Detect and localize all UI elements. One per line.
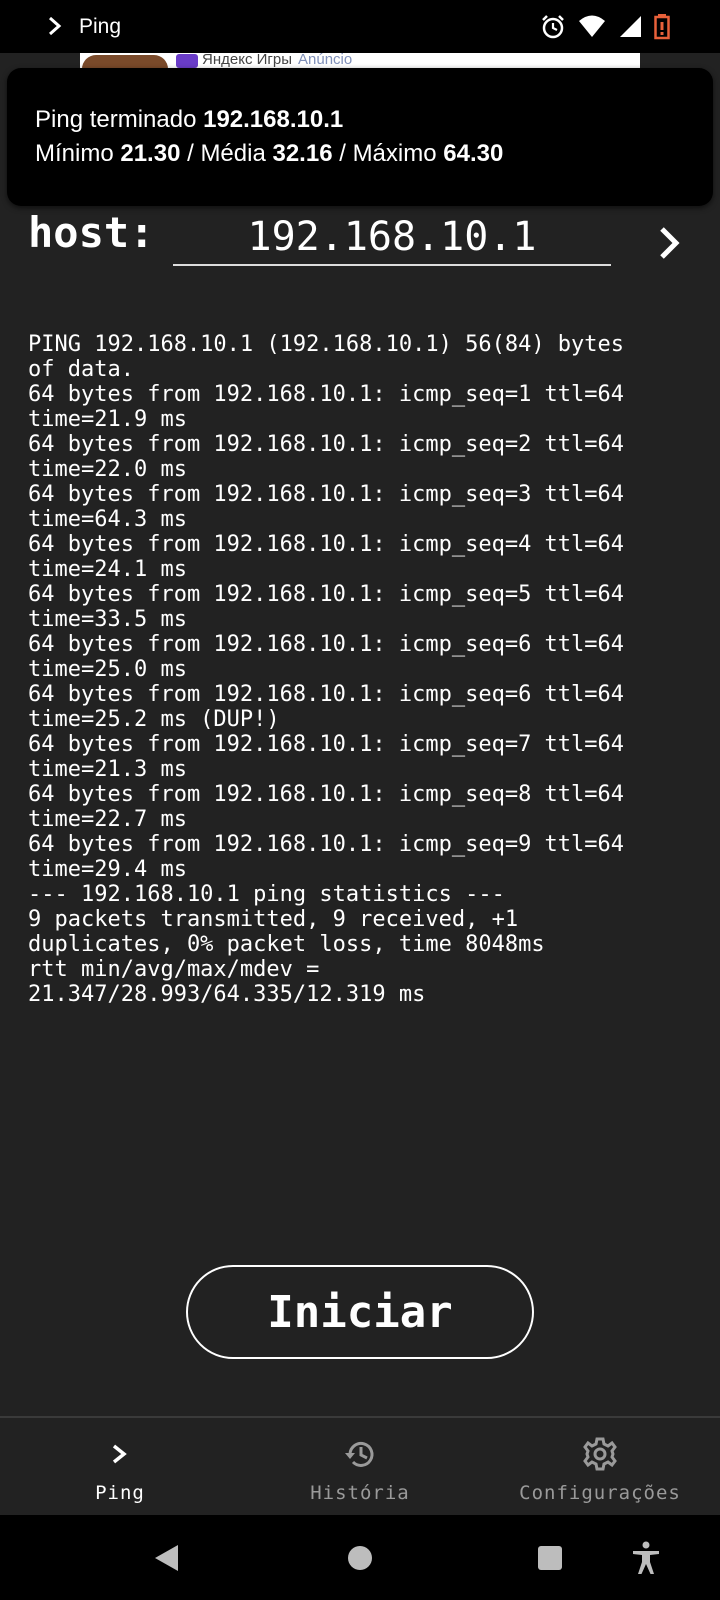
output-line: time=22.0 ms: [28, 457, 187, 482]
output-line: 64 bytes from 192.168.10.1: icmp_seq=1 t…: [28, 382, 625, 407]
bottom-nav: Ping História Configurações: [0, 1416, 720, 1515]
output-line: 64 bytes from 192.168.10.1: icmp_seq=9 t…: [28, 832, 625, 857]
go-button[interactable]: [648, 218, 692, 268]
nav-label: Configurações: [519, 1482, 681, 1504]
output-line: time=21.9 ms: [28, 407, 187, 432]
status-icons: [520, 0, 720, 53]
status-app-title: Ping: [79, 15, 122, 38]
ad-text: Яндекс Игры Anúncio: [202, 53, 353, 68]
gear-icon: [583, 1437, 617, 1471]
toast-line-stats: Mínimo 21.30 / Média 32.16 / Máximo 64.3…: [35, 140, 504, 167]
chevron-right-icon: [660, 227, 680, 259]
host-input[interactable]: [173, 210, 611, 266]
toast-max: 64.30: [443, 140, 504, 167]
toast-min: 21.30: [120, 140, 181, 167]
wifi-icon: [579, 15, 605, 37]
toast-host: 192.168.10.1: [203, 106, 344, 133]
signal-icon: [620, 16, 641, 37]
toast-line-title: Ping terminado 192.168.10.1: [35, 106, 344, 133]
ad-logo-icon: [176, 54, 198, 68]
output-line: time=29.4 ms: [28, 857, 187, 882]
output-line: rtt min/avg/max/mdev =: [28, 957, 320, 982]
output-line: time=22.7 ms: [28, 807, 187, 832]
status-bar: Ping: [0, 0, 720, 53]
output-line: 64 bytes from 192.168.10.1: icmp_seq=3 t…: [28, 482, 625, 507]
chevron-right-icon: [49, 16, 62, 36]
output-line: of data.: [28, 357, 134, 382]
ad-thumbnail: [82, 55, 168, 69]
output-line: time=33.5 ms: [28, 607, 187, 632]
output-line: 64 bytes from 192.168.10.1: icmp_seq=6 t…: [28, 632, 625, 657]
output-line: 64 bytes from 192.168.10.1: icmp_seq=5 t…: [28, 582, 625, 607]
system-nav-bar: [0, 1515, 720, 1600]
toast-avg: 32.16: [272, 140, 333, 167]
output-line: time=64.3 ms: [28, 507, 187, 532]
output-line: 64 bytes from 192.168.10.1: icmp_seq=2 t…: [28, 432, 625, 457]
back-button[interactable]: [140, 1515, 192, 1600]
alarm-icon: [542, 15, 564, 39]
battery-icon: [654, 14, 670, 40]
nav-item-configuracoes[interactable]: Configurações: [480, 1418, 720, 1517]
nav-label: Ping: [95, 1482, 145, 1504]
output-line: time=24.1 ms: [28, 557, 187, 582]
home-icon: [348, 1545, 372, 1570]
nav-label: História: [310, 1482, 410, 1504]
output-line: 64 bytes from 192.168.10.1: icmp_seq=7 t…: [28, 732, 625, 757]
output-line: time=21.3 ms: [28, 757, 187, 782]
output-line: 64 bytes from 192.168.10.1: icmp_seq=4 t…: [28, 532, 625, 557]
output-line: 64 bytes from 192.168.10.1: icmp_seq=6 t…: [28, 682, 625, 707]
output-line: --- 192.168.10.1 ping statistics ---: [28, 882, 505, 907]
start-button[interactable]: Iniciar: [186, 1265, 534, 1359]
nav-item-historia[interactable]: História: [240, 1418, 480, 1517]
home-button[interactable]: [334, 1515, 386, 1600]
accessibility-icon: [633, 1541, 659, 1574]
output-line: PING 192.168.10.1 (192.168.10.1) 56(84) …: [28, 332, 625, 357]
output-line: time=25.0 ms: [28, 657, 187, 682]
ping-result-toast: Ping terminado 192.168.10.1 Mínimo 21.30…: [7, 68, 713, 206]
output-line: 21.347/28.993/64.335/12.319 ms: [28, 982, 426, 1007]
output-line: 64 bytes from 192.168.10.1: icmp_seq=8 t…: [28, 782, 625, 807]
ad-banner[interactable]: Яндекс Игры Anúncio: [80, 53, 640, 69]
ping-output: PING 192.168.10.1 (192.168.10.1) 56(84) …: [28, 332, 698, 1007]
history-icon: [345, 1441, 374, 1467]
recents-button[interactable]: [524, 1515, 576, 1600]
back-icon: [155, 1544, 178, 1571]
host-label: host:: [28, 208, 155, 257]
accessibility-button[interactable]: [620, 1515, 672, 1600]
recents-icon: [538, 1545, 562, 1570]
output-line: 9 packets transmitted, 9 received, +1: [28, 907, 519, 932]
output-line: time=25.2 ms (DUP!): [28, 707, 280, 732]
chevron-right-icon: [112, 1444, 127, 1464]
nav-item-ping[interactable]: Ping: [0, 1418, 240, 1517]
output-line: duplicates, 0% packet loss, time 8048ms: [28, 932, 545, 957]
